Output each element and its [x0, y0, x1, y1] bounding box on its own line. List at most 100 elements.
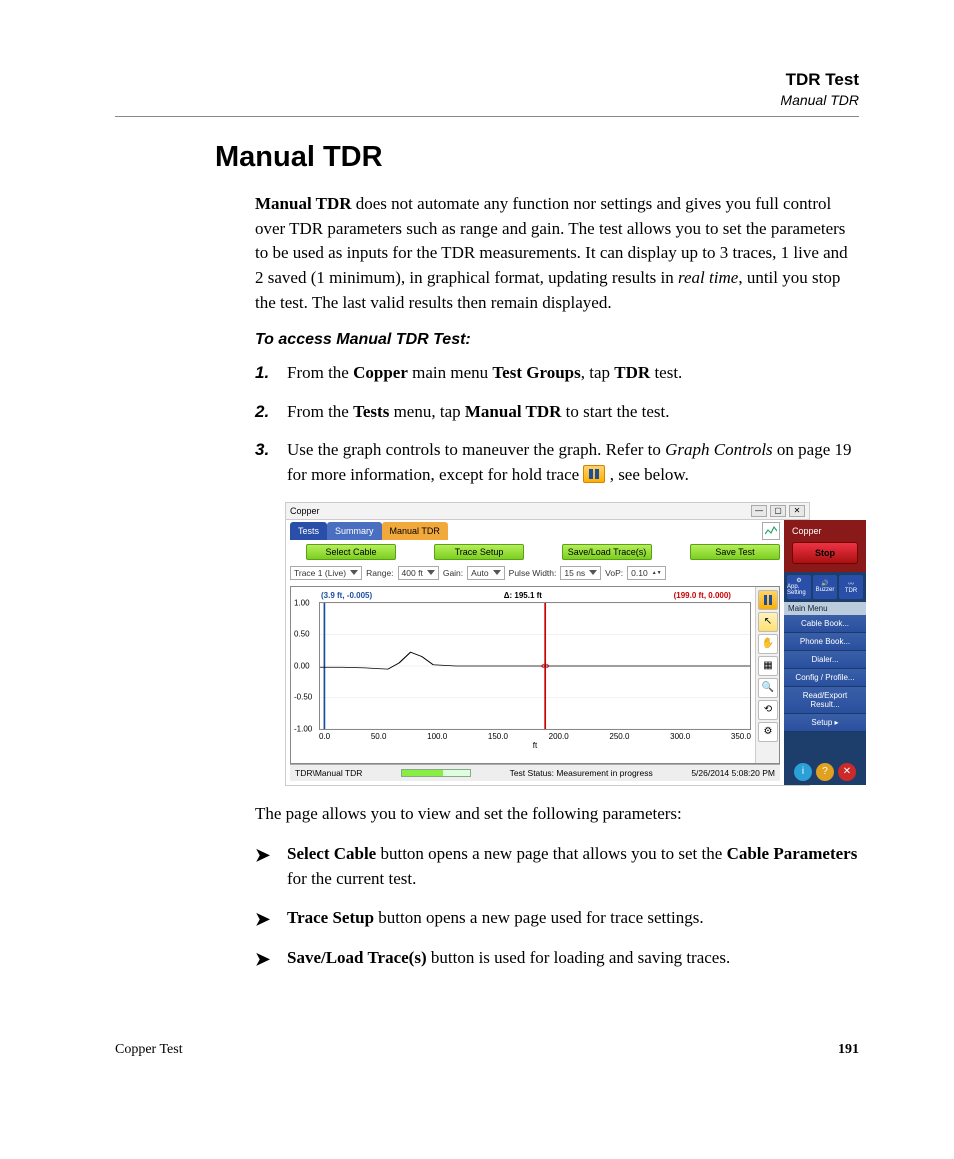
stop-button[interactable]: Stop: [792, 542, 858, 564]
bullet-item: ➤ Select Cable button opens a new page t…: [255, 842, 859, 891]
select-cable-button[interactable]: Select Cable: [306, 544, 396, 560]
vop-label: VoP:: [605, 568, 623, 578]
t: button is used for loading and saving tr…: [427, 948, 731, 967]
pause-icon: [583, 465, 605, 483]
cursor-button[interactable]: ↖: [758, 612, 778, 632]
side-app-name: Copper: [788, 524, 862, 538]
header-rule: [115, 116, 859, 117]
save-test-button[interactable]: Save Test: [690, 544, 780, 560]
cursor-blue-label: (3.9 ft, -0.005): [321, 591, 372, 600]
chevron-down-icon: [350, 570, 358, 575]
buzzer-icon[interactable]: 🔊Buzzer: [813, 575, 837, 599]
zoom-box-button[interactable]: ▦: [758, 656, 778, 676]
header-chapter: TDR Test: [115, 70, 859, 90]
bullet-arrow-icon: ➤: [255, 906, 287, 932]
ytick: 0.00: [294, 661, 310, 670]
t: Cable Parameters: [727, 844, 858, 863]
gain-select[interactable]: Auto: [467, 566, 505, 580]
tab-summary[interactable]: Summary: [327, 522, 382, 540]
ytick: -0.50: [294, 693, 312, 702]
page-title: Manual TDR: [215, 141, 859, 174]
help-icon[interactable]: ?: [816, 763, 834, 781]
intro-paragraph: Manual TDR does not automate any functio…: [255, 192, 859, 315]
main-menu-header: Main Menu: [784, 602, 866, 615]
t: Save/Load Trace(s): [287, 948, 427, 967]
t: Trace Setup: [287, 908, 374, 927]
tab-manual-tdr[interactable]: Manual TDR: [382, 522, 448, 540]
l: Buzzer: [816, 587, 835, 593]
tab-tests[interactable]: Tests: [290, 522, 327, 540]
vop-input[interactable]: 0.10▲▼: [627, 566, 665, 580]
pulse-width-select[interactable]: 15 ns: [560, 566, 601, 580]
xtick: 300.0: [670, 732, 690, 741]
bullet-arrow-icon: ➤: [255, 946, 287, 972]
exit-icon[interactable]: ✕: [838, 763, 856, 781]
xtick: 250.0: [609, 732, 629, 741]
intro-lead: Manual TDR: [255, 194, 352, 213]
t: Manual TDR: [465, 402, 562, 421]
breadcrumb-path: TDR\Manual TDR: [295, 768, 362, 778]
x-axis-label: ft: [319, 741, 751, 750]
sidebar-item-phone-book[interactable]: Phone Book...: [784, 633, 866, 651]
t: to start the test.: [561, 402, 669, 421]
t: Test Groups: [492, 363, 580, 382]
para-below-screenshot: The page allows you to view and set the …: [255, 802, 859, 827]
step-num: 1.: [255, 361, 287, 386]
xtick: 0.0: [319, 732, 330, 741]
window-titlebar: Copper — ▢ ✕: [286, 503, 809, 520]
bullet-list: ➤ Select Cable button opens a new page t…: [255, 842, 859, 971]
tdr-plot[interactable]: 1.00 0.50 0.00 -0.50 -1.00: [319, 602, 751, 730]
t: TDR: [614, 363, 650, 382]
window-title: Copper: [290, 506, 320, 516]
sidebar-item-setup[interactable]: Setup ▸: [784, 714, 866, 732]
reset-zoom-button[interactable]: ⟲: [758, 700, 778, 720]
maximize-icon[interactable]: ▢: [770, 505, 786, 517]
xtick: 350.0: [731, 732, 751, 741]
chart-toggle-icon[interactable]: [762, 522, 780, 540]
sidebar-item-cable-book[interactable]: Cable Book...: [784, 615, 866, 633]
t: Copper: [353, 363, 408, 382]
tdr-icon[interactable]: 〰TDR: [839, 575, 863, 599]
step-num: 2.: [255, 400, 287, 425]
step-3: 3. Use the graph controls to maneuver th…: [255, 438, 859, 487]
zoom-button[interactable]: 🔍: [758, 678, 778, 698]
close-icon[interactable]: ✕: [789, 505, 805, 517]
cursor-red-label: (199.0 ft, 0.000): [674, 591, 731, 600]
timestamp: 5/26/2014 5:08:20 PM: [691, 768, 775, 778]
chevron-down-icon: [427, 570, 435, 575]
trace-select[interactable]: Trace 1 (Live): [290, 566, 362, 580]
range-label: Range:: [366, 568, 393, 578]
settings-button[interactable]: ⚙: [758, 722, 778, 742]
pan-button[interactable]: ✋: [758, 634, 778, 654]
ytick: 0.50: [294, 630, 310, 639]
page-number: 191: [838, 1042, 859, 1058]
ytick: -1.00: [294, 724, 312, 733]
sidebar-item-config-profile[interactable]: Config / Profile...: [784, 669, 866, 687]
steps-list: 1. From the Copper main menu Test Groups…: [255, 361, 859, 488]
xtick: 100.0: [427, 732, 447, 741]
l: App. Setting: [787, 584, 811, 596]
save-load-traces-button[interactable]: Save/Load Trace(s): [562, 544, 652, 560]
trace-setup-button[interactable]: Trace Setup: [434, 544, 524, 560]
info-icon[interactable]: i: [794, 763, 812, 781]
cursor-delta-label: Δ: 195.1 ft: [504, 591, 542, 600]
subheading: To access Manual TDR Test:: [255, 331, 859, 349]
app-screenshot: Copper — ▢ ✕ Tests Summary Manual TDR Se…: [285, 502, 810, 786]
sidebar-item-dialer[interactable]: Dialer...: [784, 651, 866, 669]
intro-italic: real time: [678, 268, 738, 287]
t: button opens a new page used for trace s…: [374, 908, 704, 927]
hold-trace-button[interactable]: [758, 590, 778, 610]
minimize-icon[interactable]: —: [751, 505, 767, 517]
t: Use the graph controls to maneuver the g…: [287, 440, 665, 459]
test-status: Test Status: Measurement in progress: [510, 768, 653, 778]
pulse-width-value: 15 ns: [564, 568, 585, 578]
t: menu, tap: [389, 402, 465, 421]
sidebar-item-read-export[interactable]: Read/Export Result...: [784, 687, 866, 714]
step-num: 3.: [255, 438, 287, 487]
header-section: Manual TDR: [115, 92, 859, 108]
app-setting-icon[interactable]: ⚙App. Setting: [787, 575, 811, 599]
range-select[interactable]: 400 ft: [398, 566, 439, 580]
t: button opens a new page that allows you …: [376, 844, 726, 863]
gain-label: Gain:: [443, 568, 463, 578]
t: Select Cable: [287, 844, 376, 863]
